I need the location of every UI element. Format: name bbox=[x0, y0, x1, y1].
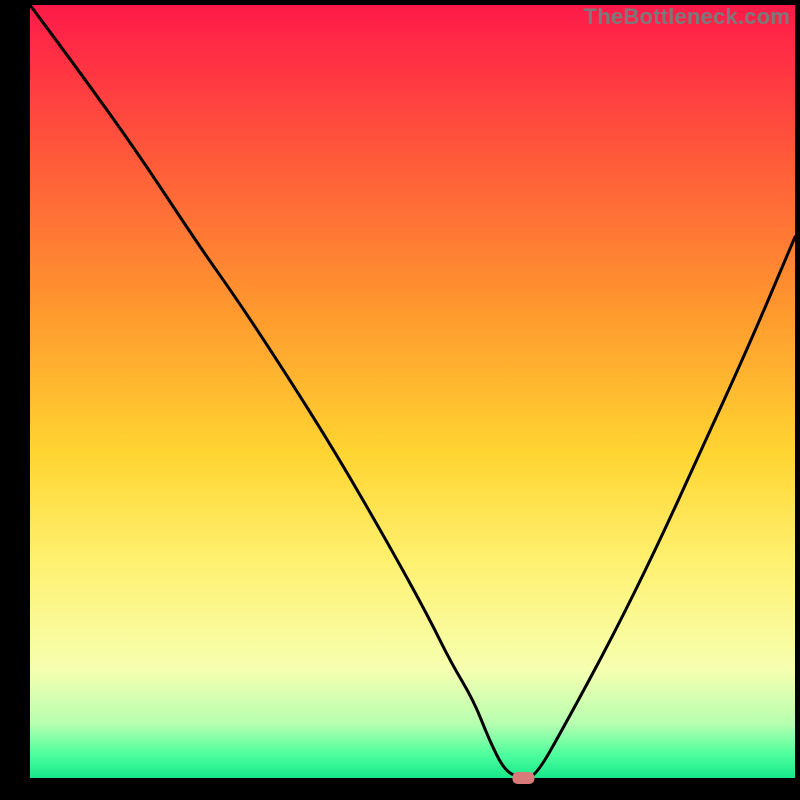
plot-area bbox=[30, 5, 795, 778]
watermark-text: TheBottleneck.com bbox=[584, 4, 790, 30]
optimal-marker bbox=[512, 772, 534, 784]
chart-canvas bbox=[0, 0, 800, 800]
bottleneck-chart: TheBottleneck.com bbox=[0, 0, 800, 800]
